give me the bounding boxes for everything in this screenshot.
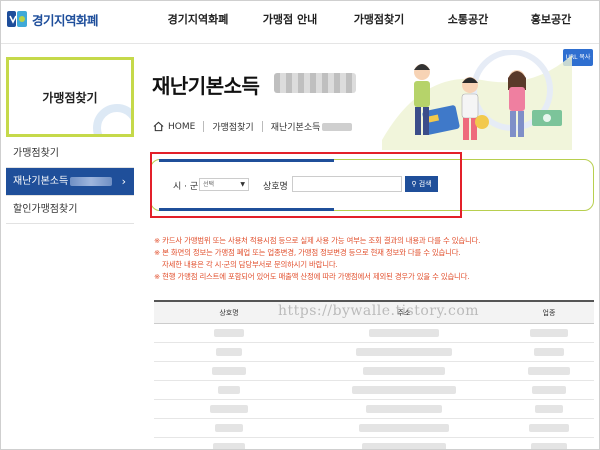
table-row[interactable]: [154, 381, 594, 400]
table-row[interactable]: [154, 438, 594, 450]
chevron-right-icon: ›: [121, 175, 126, 188]
blurred-title-suffix: [274, 73, 356, 93]
table-cell: [154, 443, 304, 450]
table-cell: [504, 329, 594, 337]
blurred-cell-content: [363, 367, 445, 375]
page-title: 재난기본소득: [152, 74, 260, 98]
sigun-select-value: 선택: [203, 181, 215, 188]
sigun-select[interactable]: 선택 ▼: [199, 178, 249, 191]
table-cell: [304, 367, 504, 375]
table-row[interactable]: [154, 419, 594, 438]
table-row[interactable]: [154, 362, 594, 381]
blurred-cell-content: [529, 424, 569, 432]
blurred-cell-content: [215, 424, 243, 432]
blurred-cell-content: [212, 367, 246, 375]
table-cell: [304, 348, 504, 356]
sidebar-title: 가맹점찾기: [42, 90, 98, 105]
table-body: [154, 324, 594, 450]
search-button-label: 검색: [418, 180, 432, 188]
breadcrumb-current: 재난기본소득: [270, 123, 321, 133]
notice-line: ※ 카드사 가맹범위 또는 사용처 적용시점 등으로 실제 사용 가능 여부는 …: [154, 236, 481, 245]
column-header-category[interactable]: 업종: [504, 302, 594, 323]
blurred-cell-content: [216, 348, 242, 356]
blurred-text: [322, 122, 353, 131]
table-cell: [304, 443, 504, 450]
blurred-cell-content: [214, 329, 244, 337]
store-table: 상호명 주소 업종: [154, 300, 594, 450]
breadcrumb-separator: [261, 121, 263, 132]
table-cell: [154, 348, 304, 356]
table-row[interactable]: [154, 324, 594, 343]
sidebar-menu: 가맹점찾기 재난기본소득 › 할인가맹점찾기: [6, 140, 134, 224]
sidebar-item-disaster-income[interactable]: 재난기본소득 ›: [6, 168, 134, 196]
main-nav: 경기지역화폐 가맹점 안내 가맹점찾기 소통공간 홍보공간: [150, 0, 590, 44]
table-cell: [154, 386, 304, 394]
blurred-cell-content: [532, 386, 566, 394]
nav-item-store-search[interactable]: 가맹점찾기: [334, 0, 424, 44]
notice-line: ※ 현행 가맹점 리스트에 포함되어 있어도 매출액 산정에 따라 가맹점에서 …: [154, 272, 470, 281]
store-name-input[interactable]: [292, 176, 402, 192]
blurred-cell-content: [534, 348, 564, 356]
table-cell: [304, 386, 504, 394]
sigun-label: 시 · 군: [173, 182, 199, 192]
store-name-label: 상호명: [263, 182, 288, 192]
logo[interactable]: 경기지역화폐: [6, 8, 99, 30]
blurred-cell-content: [369, 329, 439, 337]
sidebar-item-label: 할인가맹점찾기: [13, 204, 78, 215]
table-cell: [504, 405, 594, 413]
table-cell: [154, 329, 304, 337]
breadcrumb-separator: [203, 121, 205, 132]
table-row[interactable]: [154, 400, 594, 419]
table-cell: [504, 367, 594, 375]
sidebar-item-discount-store[interactable]: 할인가맹점찾기: [6, 196, 134, 224]
blurred-cell-content: [352, 386, 456, 394]
blurred-cell-content: [535, 405, 563, 413]
blurred-text: [70, 176, 113, 186]
nav-item-promotion[interactable]: 홍보공간: [512, 0, 590, 44]
table-cell: [504, 424, 594, 432]
logo-text: 경기지역화폐: [32, 12, 99, 28]
blurred-cell-content: [528, 367, 570, 375]
blurred-cell-content: [218, 386, 240, 394]
sidebar-item-label: 가맹점찾기: [13, 148, 59, 159]
breadcrumb-home[interactable]: HOME: [168, 122, 195, 132]
sidebar-item-store-search[interactable]: 가맹점찾기: [6, 140, 134, 168]
table-cell: [154, 405, 304, 413]
nav-item-store-guide[interactable]: 가맹점 안내: [246, 0, 334, 44]
watermark-text: https://bywalle.tistory.com: [278, 303, 480, 319]
blurred-cell-content: [530, 329, 568, 337]
table-cell: [504, 443, 594, 450]
table-cell: [304, 405, 504, 413]
table-cell: [504, 386, 594, 394]
breadcrumb: HOME 가맹점찾기 재난기본소득: [153, 120, 353, 133]
home-icon: [153, 121, 164, 132]
table-row[interactable]: [154, 343, 594, 362]
people-shopping-illustration: [382, 50, 572, 150]
breadcrumb-store-search[interactable]: 가맹점찾기: [212, 120, 253, 133]
blurred-cell-content: [362, 443, 446, 450]
table-cell: [504, 348, 594, 356]
sidebar-item-label: 재난기본소득: [13, 176, 69, 187]
notice-line: ※ 본 화면의 정보는 가맹점 폐업 또는 업종변경, 가맹점 정보변경 등으로…: [154, 248, 461, 257]
table-cell: [304, 329, 504, 337]
sidebar-title-box: 가맹점찾기: [6, 57, 134, 137]
blurred-cell-content: [213, 443, 245, 450]
table-cell: [154, 367, 304, 375]
top-header: 경기지역화폐 경기지역화폐 가맹점 안내 가맹점찾기 소통공간 홍보공간: [0, 0, 600, 44]
blurred-cell-content: [531, 443, 567, 450]
notice-line: 자세한 내용은 각 시·군의 담당부서로 문의하시기 바랍니다.: [162, 260, 338, 269]
notice-list: ※ 카드사 가맹범위 또는 사용처 적용시점 등으로 실제 사용 가능 여부는 …: [154, 235, 594, 283]
nav-item-currency[interactable]: 경기지역화폐: [150, 0, 246, 44]
search-button[interactable]: ⚲ 검색: [405, 176, 438, 192]
logo-mark-icon: [7, 11, 27, 27]
blurred-cell-content: [359, 424, 449, 432]
caret-down-icon: ▼: [240, 181, 245, 188]
table-cell: [304, 424, 504, 432]
blurred-cell-content: [356, 348, 452, 356]
blurred-cell-content: [366, 405, 442, 413]
table-cell: [154, 424, 304, 432]
nav-item-community[interactable]: 소통공간: [424, 0, 512, 44]
search-icon: ⚲: [411, 180, 417, 188]
blurred-cell-content: [210, 405, 248, 413]
